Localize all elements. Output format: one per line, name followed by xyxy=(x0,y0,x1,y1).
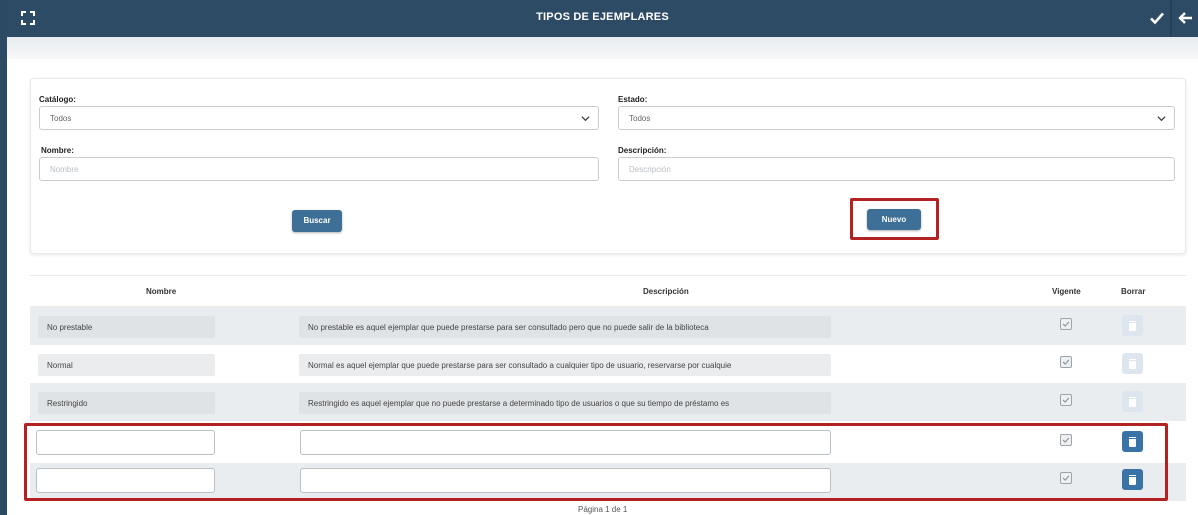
trash-icon xyxy=(1129,399,1136,407)
trash-icon xyxy=(1129,397,1136,398)
chevron-down-icon xyxy=(581,116,590,122)
row-nombre: Normal xyxy=(38,354,215,376)
new-rows-highlight-box xyxy=(24,423,1168,501)
nuevo-button[interactable]: Nuevo xyxy=(867,209,921,230)
nombre-label: Nombre: xyxy=(41,146,74,155)
column-nombre: Nombre xyxy=(146,287,177,296)
delete-button xyxy=(1122,315,1143,336)
column-borrar: Borrar xyxy=(1121,287,1146,296)
trash-icon xyxy=(1129,321,1136,322)
estado-label: Estado: xyxy=(618,95,648,104)
row-nombre: Restringido xyxy=(38,392,215,414)
trash-icon xyxy=(1129,323,1136,331)
row-descripcion: Normal es aquel ejemplar que puede prest… xyxy=(299,354,831,376)
row-nombre: No prestable xyxy=(38,316,215,338)
catalogo-label: Catálogo: xyxy=(39,95,76,104)
check-icon[interactable] xyxy=(1148,9,1166,27)
header-separator xyxy=(1170,0,1172,37)
table-row: Restringido Restringido es aquel ejempla… xyxy=(30,383,1186,421)
filter-panel: Catálogo: Todos Estado: Todos Nombre: No… xyxy=(30,78,1186,254)
pagination-label: Página 1 de 1 xyxy=(578,505,628,514)
vigente-checkbox xyxy=(1060,318,1072,330)
chevron-down-icon xyxy=(1157,116,1166,122)
nombre-input[interactable]: Nombre xyxy=(39,157,599,181)
estado-select-value: Todos xyxy=(629,114,651,123)
table-header: Nombre Descripción Vigente Borrar xyxy=(30,276,1186,307)
descripcion-input[interactable]: Descripción xyxy=(618,157,1175,181)
window-left-edge xyxy=(0,0,7,515)
back-arrow-icon[interactable] xyxy=(1178,10,1194,26)
column-vigente: Vigente xyxy=(1052,287,1081,296)
row-descripcion: Restringido es aquel ejemplar que no pue… xyxy=(299,392,831,414)
table-row: Normal Normal es aquel ejemplar que pued… xyxy=(30,345,1186,383)
trash-icon xyxy=(1129,359,1136,360)
column-descripcion: Descripción xyxy=(643,287,689,296)
catalogo-select[interactable]: Todos xyxy=(39,106,599,130)
row-descripcion: No prestable es aquel ejemplar que puede… xyxy=(299,316,831,338)
buscar-button[interactable]: Buscar xyxy=(292,210,342,232)
descripcion-label: Descripción: xyxy=(618,146,667,155)
vigente-checkbox xyxy=(1060,356,1072,368)
table-row: No prestable No prestable es aquel ejemp… xyxy=(30,307,1186,345)
delete-button xyxy=(1122,391,1143,412)
estado-select[interactable]: Todos xyxy=(618,106,1175,130)
trash-icon xyxy=(1129,361,1136,369)
page-title: TIPOS DE EJEMPLARES xyxy=(536,11,669,23)
catalogo-select-value: Todos xyxy=(50,114,72,123)
header-shadow-strip xyxy=(7,37,1198,59)
nombre-placeholder: Nombre xyxy=(50,165,79,174)
header-bar: TIPOS DE EJEMPLARES xyxy=(7,0,1198,37)
vigente-checkbox xyxy=(1060,394,1072,406)
delete-button xyxy=(1122,353,1143,374)
descripcion-placeholder: Descripción xyxy=(629,165,671,174)
